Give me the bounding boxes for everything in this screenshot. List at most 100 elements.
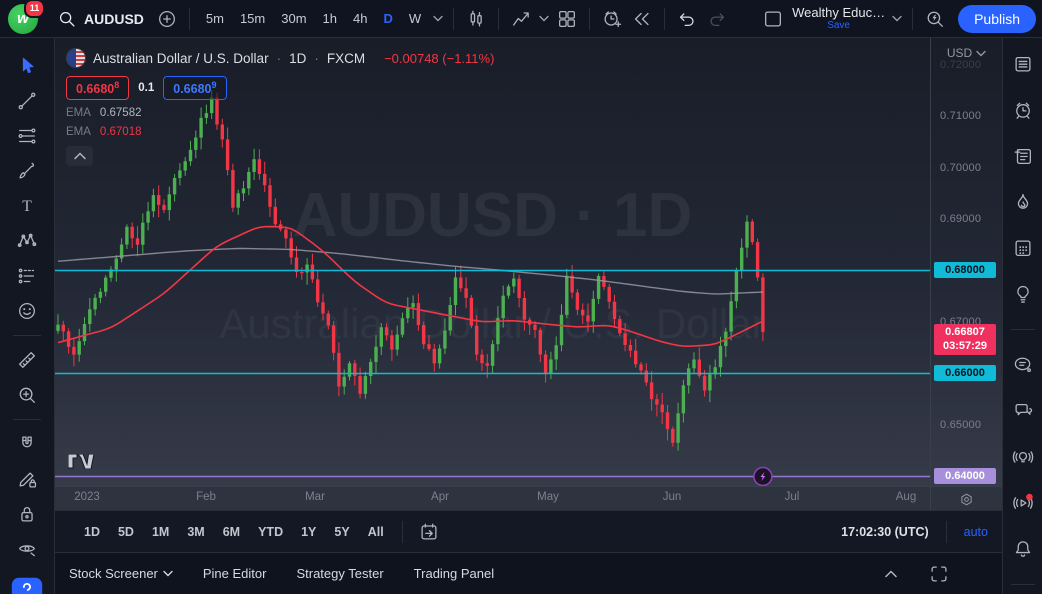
toolbar-separator xyxy=(498,8,499,30)
legend-collapse-button[interactable] xyxy=(66,146,93,166)
select-layout-button[interactable] xyxy=(758,4,788,34)
tool-lock[interactable] xyxy=(10,501,44,527)
range-5D[interactable]: 5D xyxy=(111,521,141,543)
tool-draw-lock[interactable] xyxy=(10,466,44,492)
redo-button[interactable] xyxy=(702,4,732,34)
cursor-icon xyxy=(16,55,38,77)
tool-xabcd-pattern[interactable] xyxy=(10,228,44,254)
range-All[interactable]: All xyxy=(361,521,391,543)
bar-replay-button[interactable] xyxy=(627,4,657,34)
range-3M[interactable]: 3M xyxy=(180,521,211,543)
lightning-replay-marker[interactable] xyxy=(754,468,772,486)
tool-magnet[interactable] xyxy=(10,431,44,457)
bottom-range-toolbar: 1D5D1M3M6MYTD1Y5YAll 17:02:30 (UTC) auto xyxy=(55,510,1002,553)
magnet-icon xyxy=(16,433,38,455)
timeframe-W[interactable]: W xyxy=(402,7,428,30)
sidebar-minds-cloud[interactable] xyxy=(1006,352,1040,378)
sidebar-live-ideas[interactable] xyxy=(1006,444,1040,470)
symbol-header[interactable]: Australian Dollar / U.S. Dollar · 1D · F… xyxy=(66,48,494,68)
chart-pane[interactable]: AUDUSD · 1D Australian Dollar / U.S. Dol… xyxy=(55,38,930,486)
timeframe-menu-button[interactable] xyxy=(430,4,446,34)
timeframe-D[interactable]: D xyxy=(376,7,399,30)
utc-clock[interactable]: 17:02:30 (UTC) xyxy=(841,525,929,539)
quick-search-icon xyxy=(924,8,946,30)
tool-text-tool[interactable]: T xyxy=(10,193,44,219)
panel-open-button[interactable] xyxy=(876,559,906,589)
tool-zoom-in[interactable] xyxy=(10,382,44,408)
ema-legend-1[interactable]: EMA 0.67582 xyxy=(66,107,494,119)
toolbar-separator xyxy=(946,521,947,543)
timeframe-15m[interactable]: 15m xyxy=(233,7,272,30)
range-1Y[interactable]: 1Y xyxy=(294,521,323,543)
compare-add-button[interactable] xyxy=(152,4,182,34)
sidebar-chat[interactable] xyxy=(1006,398,1040,424)
lock-icon xyxy=(16,503,38,525)
scale-settings-gear[interactable] xyxy=(930,487,1002,511)
tool-cursor[interactable] xyxy=(10,53,44,79)
range-6M[interactable]: 6M xyxy=(216,521,247,543)
panel-tab-label: Strategy Tester xyxy=(296,566,383,581)
sidebar-hotlist-flame[interactable] xyxy=(1006,189,1040,215)
sidebar-ideas-bulb[interactable] xyxy=(1006,281,1040,307)
sell-button[interactable]: 0.66808 xyxy=(66,76,129,100)
tool-ruler[interactable] xyxy=(10,347,44,373)
range-YTD[interactable]: YTD xyxy=(251,521,290,543)
panel-tab-stock-screener[interactable]: Stock Screener xyxy=(69,566,173,581)
toolbar-separator xyxy=(13,419,41,420)
symbol-search-button[interactable]: AUDUSD xyxy=(48,4,152,34)
tool-brush[interactable] xyxy=(10,158,44,184)
chevron-down-icon xyxy=(976,50,986,57)
chart-style-button[interactable] xyxy=(461,4,491,34)
tool-trend-line[interactable] xyxy=(10,88,44,114)
forecast-icon xyxy=(16,265,38,287)
news-icon xyxy=(1012,145,1034,167)
tool-forecast[interactable] xyxy=(10,263,44,289)
tool-help-peek[interactable] xyxy=(10,571,44,594)
tool-eye-hide[interactable] xyxy=(10,536,44,562)
auto-scale-toggle[interactable]: auto xyxy=(964,525,988,539)
create-alert-button[interactable] xyxy=(597,4,627,34)
sidebar-alerts-clock[interactable] xyxy=(1006,97,1040,123)
go-to-date-button[interactable] xyxy=(414,517,444,547)
sidebar-streams-play[interactable] xyxy=(1006,490,1040,516)
buy-button[interactable]: 0.66809 xyxy=(163,76,226,100)
timeframe-30m[interactable]: 30m xyxy=(274,7,313,30)
sidebar-watchlist[interactable] xyxy=(1006,51,1040,77)
time-axis[interactable]: 2023FebMarAprMayJunJulAug xyxy=(55,486,1002,510)
timeframe-1h[interactable]: 1h xyxy=(316,7,344,30)
plus-circle-icon xyxy=(156,8,178,30)
layout-name-menu[interactable]: Wealthy Educ… Save xyxy=(792,6,885,31)
audusd-flag-icon xyxy=(66,48,86,68)
price-scale[interactable]: USD 0.720000.710000.700000.690000.670000… xyxy=(930,38,1002,486)
ruler-icon xyxy=(16,349,38,371)
panel-tab-trading-panel[interactable]: Trading Panel xyxy=(414,566,494,581)
range-1D[interactable]: 1D xyxy=(77,521,107,543)
ema-legend-2[interactable]: EMA 0.67018 xyxy=(66,126,494,138)
panel-maximize-button[interactable] xyxy=(924,559,954,589)
indicators-button[interactable] xyxy=(506,4,536,34)
sidebar-news[interactable] xyxy=(1006,143,1040,169)
indicators-menu-button[interactable] xyxy=(536,4,552,34)
layout-grid-button[interactable] xyxy=(552,4,582,34)
panel-tab-strategy-tester[interactable]: Strategy Tester xyxy=(296,566,383,581)
tool-emoji[interactable] xyxy=(10,298,44,324)
panel-tab-label: Trading Panel xyxy=(414,566,494,581)
timeframe-4h[interactable]: 4h xyxy=(346,7,374,30)
notification-badge: 11 xyxy=(24,0,45,18)
timeframe-5m[interactable]: 5m xyxy=(199,7,231,30)
quick-search-button[interactable] xyxy=(920,4,950,34)
layout-menu-button[interactable] xyxy=(889,4,905,34)
app-logo[interactable]: w 11 xyxy=(8,4,38,34)
undo-button[interactable] xyxy=(672,4,702,34)
sidebar-calendar[interactable] xyxy=(1006,235,1040,261)
save-label: Save xyxy=(827,20,850,31)
tool-fib-lines[interactable] xyxy=(10,123,44,149)
panel-tab-pine-editor[interactable]: Pine Editor xyxy=(203,566,267,581)
layout-grid-icon xyxy=(556,8,578,30)
sidebar-bell[interactable] xyxy=(1006,536,1040,562)
publish-button[interactable]: Publish xyxy=(958,5,1036,33)
tradingview-watermark-logo[interactable] xyxy=(68,454,94,472)
range-5Y[interactable]: 5Y xyxy=(327,521,356,543)
hotlist-flame-icon xyxy=(1012,191,1034,213)
range-1M[interactable]: 1M xyxy=(145,521,176,543)
